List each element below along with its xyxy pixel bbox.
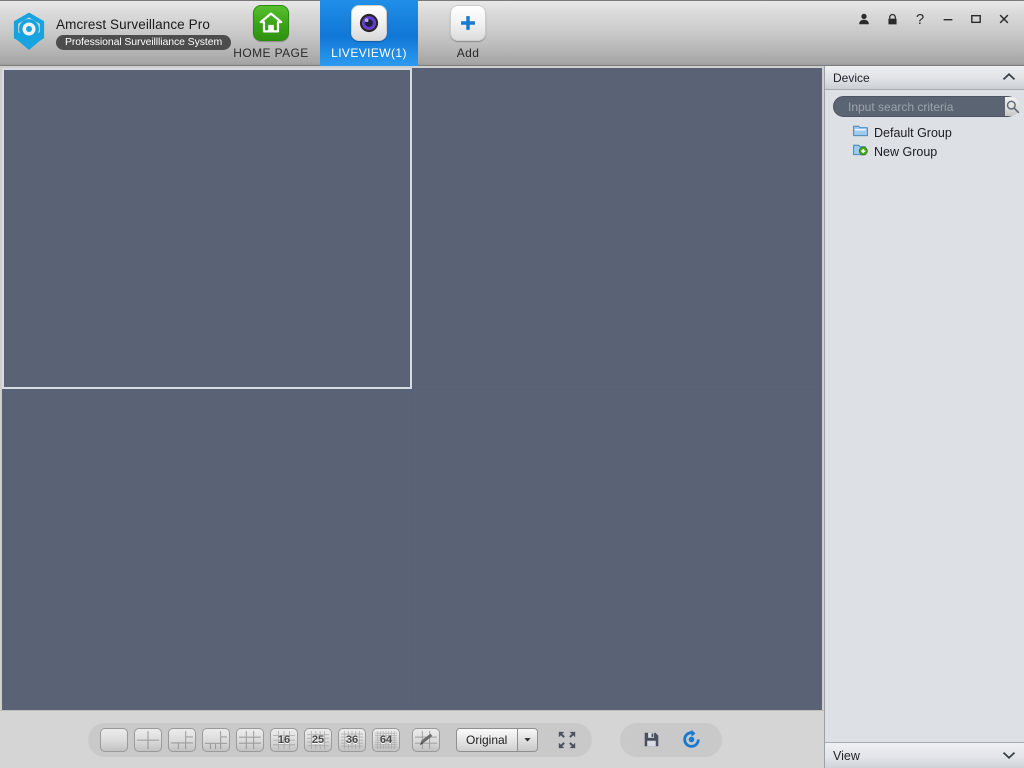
aspect-ratio-value: Original (466, 732, 508, 747)
video-cell-1[interactable] (2, 68, 412, 389)
folder-icon (853, 124, 868, 142)
refresh-button[interactable] (678, 728, 704, 752)
chevron-up-icon[interactable] (1002, 69, 1016, 87)
device-tree: Default Group New Group (831, 123, 1018, 161)
action-toolbar-group (620, 722, 723, 757)
layout-6-button[interactable] (168, 727, 196, 752)
tab-liveview-label: LIVEVIEW(1) (331, 46, 407, 60)
help-icon[interactable]: ? (908, 8, 932, 30)
device-panel-title: Device (833, 70, 870, 85)
camera-lens-icon (351, 5, 387, 41)
liveview-toolbar: 16 25 36 64 Original (0, 710, 824, 768)
user-icon[interactable] (852, 8, 876, 30)
layout-64-label: 64 (379, 733, 393, 746)
video-cell-3[interactable] (2, 389, 412, 710)
right-sidebar: Device Input search criteria Default Gro… (824, 66, 1024, 768)
device-search[interactable] (833, 96, 1020, 117)
device-panel-body: Default Group New Group (825, 90, 1024, 742)
add-device-button[interactable]: Add (418, 0, 518, 66)
application-window: Amcrest Surveillance Pro Professional Su… (0, 0, 1024, 768)
layout-9-button[interactable] (236, 727, 264, 752)
tree-item-default-group[interactable]: Default Group (853, 123, 1018, 142)
layout-36-button[interactable]: 36 (338, 727, 366, 752)
tree-item-new-group-label: New Group (874, 144, 938, 159)
close-icon[interactable] (992, 8, 1016, 30)
brand-area: Amcrest Surveillance Pro Professional Su… (0, 0, 232, 66)
layout-1-button[interactable] (100, 727, 128, 752)
window-controls: ? (852, 8, 1016, 30)
hexagon-aperture-logo-icon (8, 11, 50, 55)
layout-64-button[interactable]: 64 (372, 727, 400, 752)
maximize-icon[interactable] (964, 8, 988, 30)
search-input[interactable] (834, 99, 1005, 114)
refresh-loop-icon (683, 729, 700, 748)
aspect-ratio-select[interactable]: Original (456, 727, 539, 752)
main-tabs: HOME PAGE LIVEVIEW(1) Add (222, 0, 518, 66)
title-bar: Amcrest Surveillance Pro Professional Su… (0, 0, 1024, 66)
brand-text: Amcrest Surveillance Pro Professional Su… (56, 16, 232, 50)
save-icon (644, 732, 659, 747)
plus-icon (450, 5, 486, 41)
chevron-down-icon (517, 728, 538, 751)
lock-icon[interactable] (880, 8, 904, 30)
tab-home-page[interactable]: HOME PAGE (222, 0, 320, 66)
custom-layout-button[interactable] (412, 727, 440, 752)
app-subtitle: Professional Surveillliance System (56, 34, 232, 50)
tree-item-new-group[interactable]: New Group (853, 142, 1018, 161)
tab-liveview[interactable]: LIVEVIEW(1) (320, 0, 418, 66)
view-panel-header[interactable]: View (825, 742, 1024, 768)
fullscreen-button[interactable] (554, 728, 580, 752)
grid-pencil-icon (419, 733, 433, 745)
layout-16-button[interactable]: 16 (270, 727, 298, 752)
app-title: Amcrest Surveillance Pro (56, 16, 210, 32)
video-grid (2, 68, 822, 710)
tab-home-page-label: HOME PAGE (233, 46, 309, 60)
layout-36-label: 36 (345, 733, 359, 746)
video-cell-2[interactable] (412, 68, 822, 389)
layout-8-button[interactable] (202, 727, 230, 752)
help-glyph: ? (915, 10, 925, 28)
layout-25-label: 25 (311, 733, 325, 746)
search-icon[interactable] (1005, 97, 1020, 116)
add-device-label: Add (456, 46, 480, 60)
layout-16-label: 16 (277, 733, 291, 746)
chevron-down-icon[interactable] (1002, 747, 1016, 765)
home-icon (253, 5, 289, 41)
main-body: 16 25 36 64 Original Device Input search… (0, 66, 1024, 768)
video-cell-4[interactable] (412, 389, 822, 710)
layout-toolbar-group: 16 25 36 64 Original (88, 722, 593, 757)
liveview-area: 16 25 36 64 Original (0, 66, 824, 768)
folder-add-icon (853, 143, 868, 161)
save-button[interactable] (638, 728, 664, 752)
layout-4-button[interactable] (134, 727, 162, 752)
minimize-icon[interactable] (936, 8, 960, 30)
device-panel-header[interactable]: Device (825, 66, 1024, 90)
layout-25-button[interactable]: 25 (304, 727, 332, 752)
fullscreen-icon (559, 731, 576, 748)
view-panel-title: View (833, 748, 860, 763)
tree-item-default-group-label: Default Group (874, 125, 952, 140)
